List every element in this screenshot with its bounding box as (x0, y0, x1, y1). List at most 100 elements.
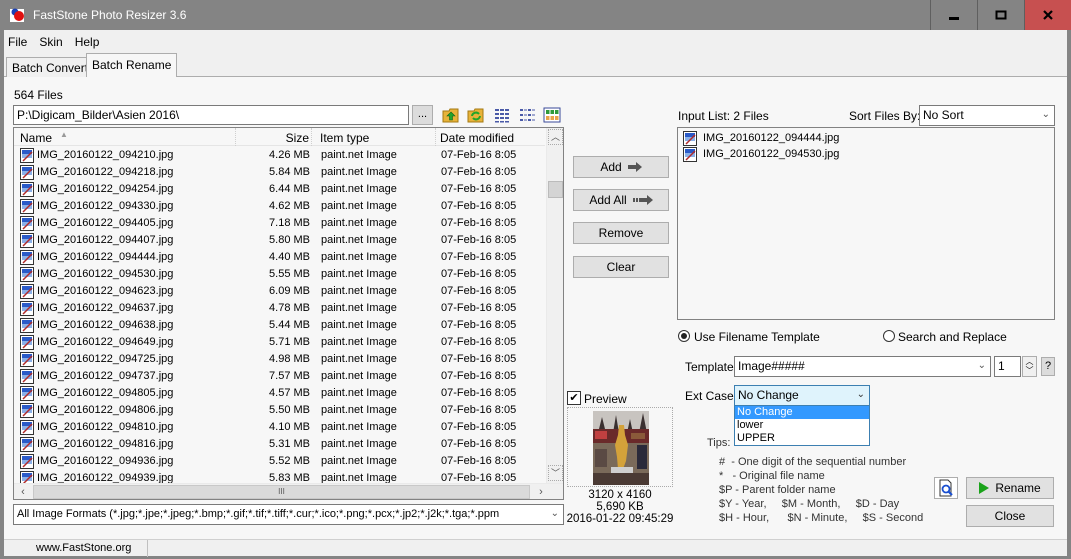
ext-option-no-change[interactable]: No Change (735, 406, 869, 419)
title-bar: FastStone Photo Resizer 3.6 (0, 0, 1071, 30)
scroll-down-icon[interactable]: ﹀ (548, 465, 563, 481)
file-size: 4.26 MB (269, 149, 310, 161)
file-row[interactable]: IMG_20160122_094210.jpg 4.26 MB paint.net … (14, 147, 545, 164)
file-row[interactable]: IMG_20160122_094637.jpg 4.78 MB paint.net … (14, 300, 545, 317)
sort-files-select[interactable]: No Sort ⌄ (919, 105, 1055, 126)
use-filename-template-label[interactable]: Use Filename Template (694, 330, 820, 344)
template-input[interactable]: Image##### ⌄ (734, 356, 991, 377)
tab-batch-rename[interactable]: Batch Rename (86, 53, 178, 77)
menu-file[interactable]: File (6, 35, 29, 51)
minimize-button[interactable] (930, 0, 976, 30)
close-window-button[interactable] (1024, 0, 1071, 30)
file-row[interactable]: IMG_20160122_094444.jpg 4.40 MB paint.net … (14, 249, 545, 266)
thumbnail-view-icon[interactable] (543, 106, 561, 124)
search-and-replace-label[interactable]: Search and Replace (898, 330, 1007, 344)
menu-skin[interactable]: Skin (37, 35, 64, 51)
file-row[interactable]: IMG_20160122_094530.jpg 5.55 MB paint.net … (14, 266, 545, 283)
rename-button[interactable]: Rename (966, 477, 1054, 499)
ext-case-dropdown[interactable]: No Change lower UPPER (734, 405, 870, 446)
ext-case-select[interactable]: No Change ⌄ (734, 385, 870, 406)
use-filename-template-radio[interactable] (678, 330, 690, 342)
add-all-button[interactable]: Add All (573, 189, 669, 211)
ext-option-lower[interactable]: lower (735, 419, 869, 432)
image-file-icon (20, 267, 34, 282)
tip-line: $H - Hour, $N - Minute, $S - Second (719, 512, 924, 524)
file-browser-list[interactable]: Name ▲ Size Item type Date modified IMG_… (13, 127, 564, 500)
file-size: 4.98 MB (269, 353, 310, 365)
file-type-filter-select[interactable]: All Image Formats (*.jpg;*.jpe;*.jpeg;*.… (13, 504, 564, 525)
file-row[interactable]: IMG_20160122_094810.jpg 4.10 MB paint.net … (14, 419, 545, 436)
column-date-modified[interactable]: Date modified (436, 128, 545, 146)
browse-folder-button[interactable]: ... (412, 105, 433, 125)
clear-button[interactable]: Clear (573, 256, 669, 278)
minimize-icon (948, 17, 959, 20)
input-list-item[interactable]: IMG_20160122_094444.jpg (683, 131, 1043, 147)
file-row[interactable]: IMG_20160122_094623.jpg 6.09 MB paint.net … (14, 283, 545, 300)
ext-option-upper[interactable]: UPPER (735, 432, 869, 445)
start-number-input[interactable]: 1 (994, 356, 1021, 377)
file-row[interactable]: IMG_20160122_094407.jpg 5.80 MB paint.net … (14, 232, 545, 249)
file-row[interactable]: IMG_20160122_094805.jpg 4.57 MB paint.net … (14, 385, 545, 402)
website-link[interactable]: www.FastStone.org (36, 542, 131, 554)
file-row[interactable]: IMG_20160122_094936.jpg 5.52 MB paint.net … (14, 453, 545, 470)
folder-refresh-icon[interactable] (467, 106, 485, 124)
vertical-scrollbar[interactable]: ︿ ﹀ (546, 128, 563, 483)
file-date: 07-Feb-16 8:05 (441, 285, 517, 297)
search-and-replace-radio[interactable] (883, 330, 895, 342)
tip-line: $Y - Year, $M - Month, $D - Day (719, 498, 900, 510)
file-row[interactable]: IMG_20160122_094405.jpg 7.18 MB paint.net … (14, 215, 545, 232)
chevron-down-icon[interactable]: ⌄ (978, 360, 986, 371)
scrollbar-thumb[interactable] (548, 181, 563, 198)
file-row[interactable]: IMG_20160122_094254.jpg 6.44 MB paint.net … (14, 181, 545, 198)
input-file-list[interactable]: IMG_20160122_094444.jpg IMG_20160122_0945… (677, 127, 1055, 320)
image-file-icon (20, 454, 34, 469)
details-view-icon[interactable] (493, 106, 511, 124)
input-list-item[interactable]: IMG_20160122_094530.jpg (683, 147, 1043, 163)
remove-button[interactable]: Remove (573, 222, 669, 244)
spin-up-icon[interactable]: ︿ (1023, 357, 1036, 366)
list-view-icon[interactable] (518, 106, 536, 124)
file-size: 5.71 MB (269, 336, 310, 348)
folder-path-input[interactable]: P:\Digicam_Bilder\Asien 2016\ (13, 105, 409, 125)
scroll-left-icon[interactable]: ‹ (15, 485, 31, 499)
file-type: paint.net Image (321, 166, 397, 178)
add-button[interactable]: Add (573, 156, 669, 178)
file-size: 6.09 MB (269, 285, 310, 297)
file-row[interactable]: IMG_20160122_094330.jpg 4.62 MB paint.net … (14, 198, 545, 215)
spin-down-icon[interactable]: ﹀ (1023, 366, 1036, 375)
column-item-type[interactable]: Item type (316, 128, 436, 146)
file-row[interactable]: IMG_20160122_094737.jpg 7.57 MB paint.net … (14, 368, 545, 385)
horizontal-scrollbar-thumb[interactable]: III (33, 485, 530, 499)
file-date: 07-Feb-16 8:05 (441, 217, 517, 229)
file-row[interactable]: IMG_20160122_094725.jpg 4.98 MB paint.net … (14, 351, 545, 368)
file-row[interactable]: IMG_20160122_094638.jpg 5.44 MB paint.net … (14, 317, 545, 334)
column-size[interactable]: Size (236, 128, 312, 146)
file-name: IMG_20160122_094530.jpg (37, 268, 174, 280)
maximize-button[interactable] (977, 0, 1023, 30)
preview-rename-button[interactable] (934, 477, 958, 499)
preview-checkbox[interactable]: ✔ (567, 391, 581, 405)
menu-help[interactable]: Help (73, 35, 102, 51)
template-help-button[interactable]: ? (1041, 357, 1055, 376)
preview-dimensions: 3120 x 4160 (588, 489, 652, 501)
image-file-icon (20, 250, 34, 265)
start-number-spinner[interactable]: ︿ ﹀ (1022, 356, 1037, 377)
column-name[interactable]: Name ▲ (14, 128, 236, 146)
file-row[interactable]: IMG_20160122_094806.jpg 5.50 MB paint.net … (14, 402, 545, 419)
scroll-right-icon[interactable]: › (533, 485, 549, 499)
file-row[interactable]: IMG_20160122_094649.jpg 5.71 MB paint.net … (14, 334, 545, 351)
scroll-up-icon[interactable]: ︿ (548, 129, 563, 145)
file-row[interactable]: IMG_20160122_094218.jpg 5.84 MB paint.net … (14, 164, 545, 181)
tab-batch-convert[interactable]: Batch Convert (6, 57, 95, 77)
image-file-icon (20, 233, 34, 248)
folder-up-icon[interactable] (442, 106, 460, 124)
file-size: 4.10 MB (269, 421, 310, 433)
horizontal-scrollbar[interactable]: ‹ III › (14, 483, 563, 499)
file-row[interactable]: IMG_20160122_094816.jpg 5.31 MB paint.net … (14, 436, 545, 453)
image-file-icon (20, 420, 34, 435)
file-type: paint.net Image (321, 387, 397, 399)
file-name: IMG_20160122_094330.jpg (37, 200, 174, 212)
close-button[interactable]: Close (966, 505, 1054, 527)
document-magnifier-icon (939, 479, 953, 497)
status-bar: www.FastStone.org (4, 539, 1067, 557)
